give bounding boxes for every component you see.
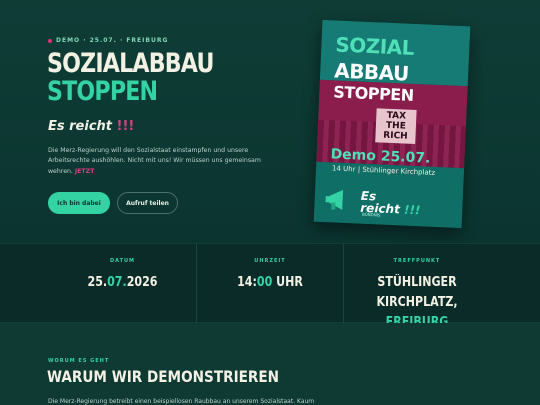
hero-tagline: Es reicht !!! [48, 119, 134, 134]
info-date: DATUM 25.07.2026 [49, 244, 196, 324]
megaphone-icon [325, 189, 344, 210]
hero-body: Die Merz-Regierung will den Sozialstaat … [48, 146, 263, 177]
hero-title-line2: STOPPEN [47, 76, 158, 107]
join-button[interactable]: Ich bin dabei [48, 192, 110, 214]
info-time-label: UHRZEIT [254, 258, 286, 264]
date-day: 25. [87, 275, 108, 290]
hero-body-highlight: JETZT [74, 167, 95, 175]
place-line1: STÜHLINGER [377, 275, 457, 290]
section-title: WARUM WIR DEMONSTRIEREN [47, 367, 280, 386]
poster-slogan-sub: BÜNDNIS [361, 211, 381, 218]
poster-slogan-excl: !!! [403, 202, 421, 218]
demo-poster-image: SOZIAL ABBAU STOPPEN TAX THE RICH Demo 2… [313, 19, 471, 229]
section-text: Die Merz-Regierung betreibt einen beispi… [48, 398, 315, 405]
hero-title-line1: SOZIALABBAU [47, 48, 214, 79]
date-month: 07. [107, 275, 127, 290]
hero-eyebrow: DEMO · 25.07. · FREIBURG [48, 37, 168, 44]
hero-title: SOZIALABBAU STOPPEN [47, 50, 214, 106]
event-info-band: DATUM 25.07.2026 UHRZEIT 14:00 UHR TREFF… [0, 243, 540, 330]
live-dot-icon [48, 38, 52, 43]
info-date-value: 25.07.2026 [60, 273, 185, 293]
date-year: 2026 [126, 275, 158, 290]
poster-title-line3: STOPPEN [332, 82, 414, 105]
poster-title-line1: SOZIAL [334, 32, 415, 60]
time-unit: UHR [272, 275, 303, 290]
eyebrow-text: DEMO · 25.07. · FREIBURG [56, 37, 169, 44]
info-time: UHRZEIT 14:00 UHR [196, 244, 343, 324]
time-hour: 14: [237, 275, 257, 290]
time-minute: 00 [256, 275, 273, 290]
info-place: TREFFPUNKT STÜHLINGER KIRCHPLATZ, FREIBU… [343, 244, 490, 330]
poster-title-line2: ABBAU [333, 58, 410, 86]
poster-protest-sign: TAX THE RICH [375, 108, 417, 145]
place-line2: KIRCHPLATZ, [376, 295, 458, 310]
share-button[interactable]: Aufruf teilen [117, 192, 178, 214]
hero-section: DEMO · 25.07. · FREIBURG SOZIALABBAU STO… [0, 0, 540, 243]
reasons-section: WORUM ES GEHT WARUM WIR DEMONSTRIEREN Di… [0, 323, 540, 405]
section-kicker: WORUM ES GEHT [48, 358, 110, 364]
info-place-label: TREFFPUNKT [393, 258, 441, 264]
info-date-label: DATUM [109, 258, 136, 264]
tagline-exclamation: !!! [116, 119, 135, 134]
tagline-text: Es reicht [48, 119, 113, 134]
info-time-value: 14:00 UHR [208, 273, 332, 293]
